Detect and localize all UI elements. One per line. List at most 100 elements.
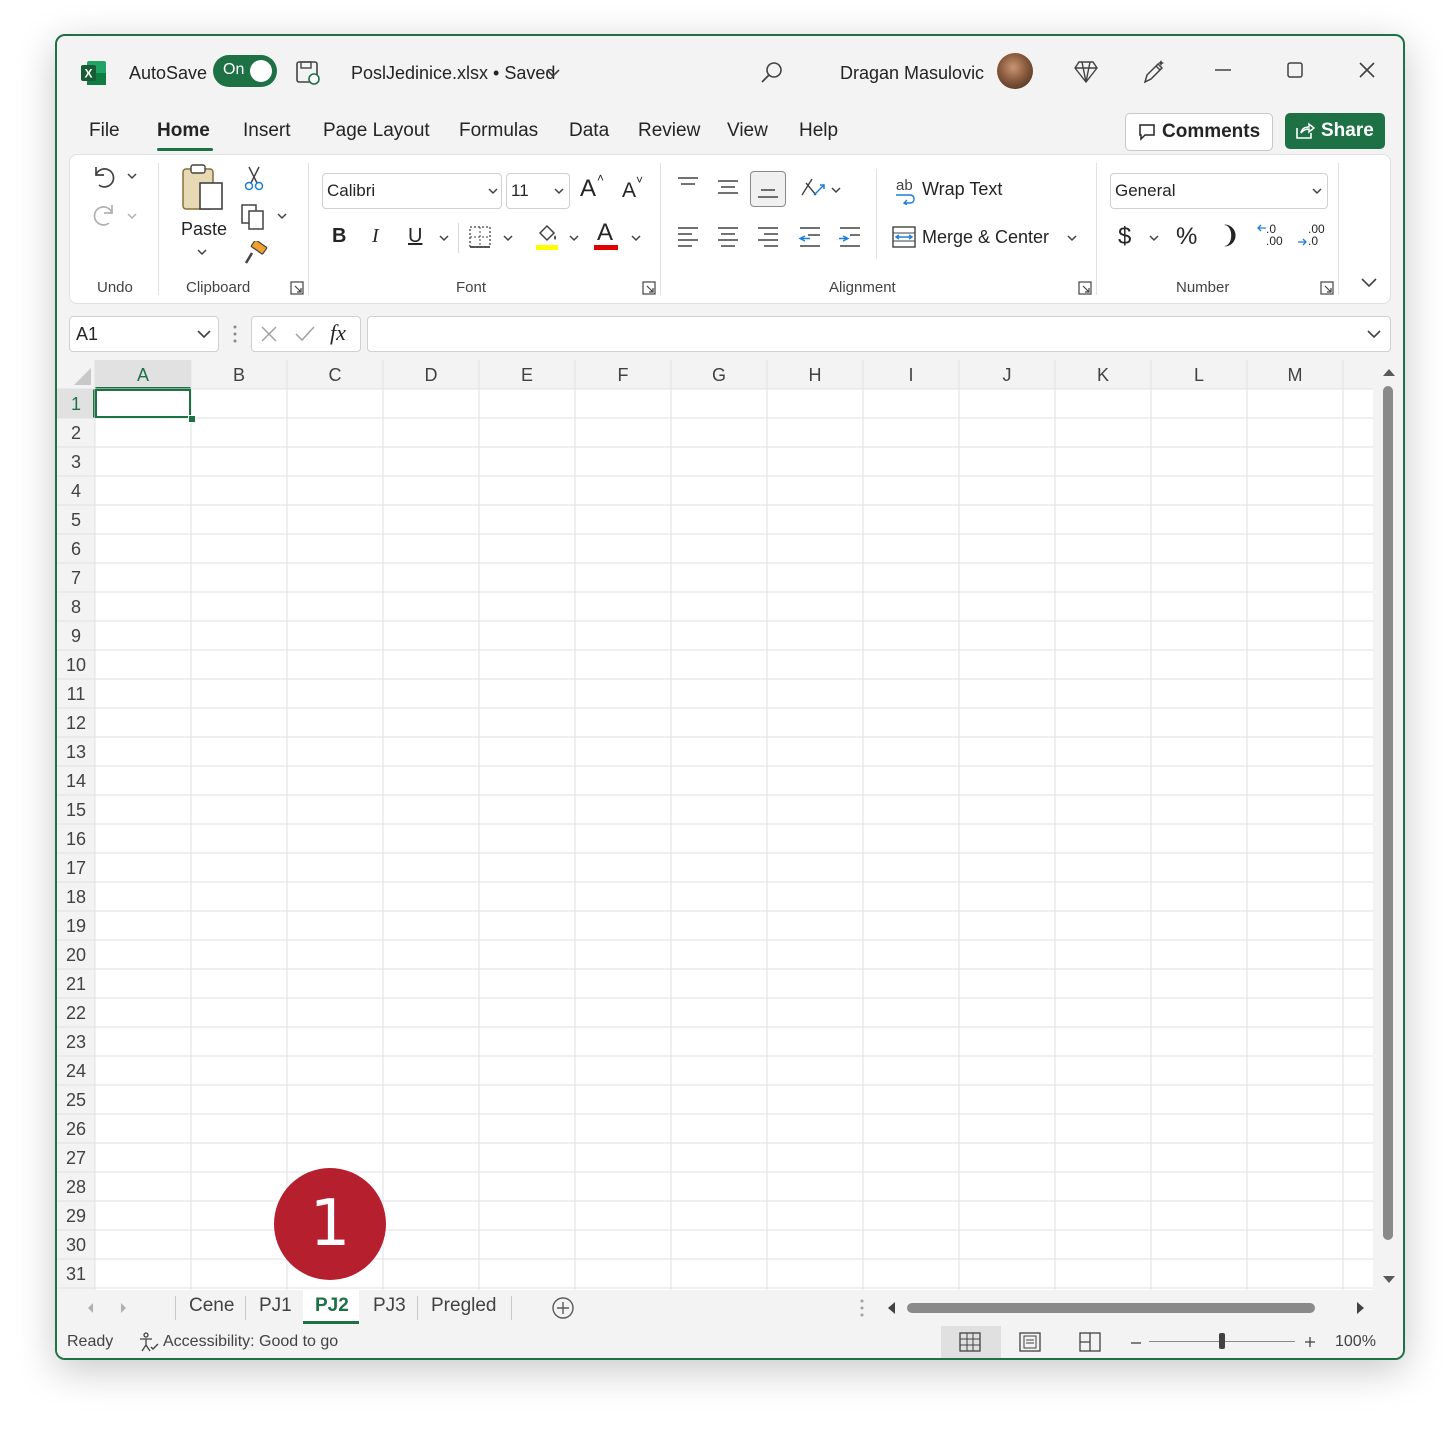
chevron-down-icon[interactable]: [545, 66, 561, 85]
align-top-icon[interactable]: [676, 175, 700, 197]
menu-help[interactable]: Help: [799, 120, 838, 142]
enter-icon[interactable]: [294, 325, 316, 343]
user-name[interactable]: Dragan Masulovic: [840, 63, 984, 84]
diamond-icon[interactable]: [1073, 60, 1099, 89]
tab-splitter-icon[interactable]: [859, 1298, 865, 1318]
accessibility-status[interactable]: Accessibility: Good to go: [163, 1333, 338, 1351]
menu-data[interactable]: Data: [569, 120, 609, 142]
orientation-icon[interactable]: [798, 175, 826, 201]
file-title[interactable]: PoslJedinice.xlsx • Saved: [351, 63, 555, 84]
row-header[interactable]: 25: [57, 1085, 95, 1114]
align-right-icon[interactable]: [756, 225, 780, 249]
merge-dropdown-icon[interactable]: [1066, 233, 1078, 243]
sheet-tab-pj3[interactable]: PJ3: [373, 1295, 406, 1317]
prev-sheet-icon[interactable]: [85, 1301, 95, 1315]
currency-dropdown-icon[interactable]: [1148, 233, 1160, 243]
row-header[interactable]: 23: [57, 1027, 95, 1056]
shrink-font-button[interactable]: A: [622, 179, 636, 203]
ribbon-expand-icon[interactable]: [1360, 275, 1378, 289]
autosave-toggle[interactable]: On: [213, 55, 277, 87]
vertical-scroll-thumb[interactable]: [1383, 386, 1393, 1240]
increase-indent-icon[interactable]: [838, 225, 862, 249]
format-painter-icon[interactable]: [242, 241, 268, 267]
sheet-tab-pj2[interactable]: PJ2: [315, 1295, 349, 1317]
increase-decimal-button[interactable]: .0.00: [1266, 223, 1283, 247]
font-name-select[interactable]: Calibri: [322, 173, 502, 209]
row-header[interactable]: 12: [57, 708, 95, 737]
row-header[interactable]: 22: [57, 998, 95, 1027]
row-header[interactable]: 2: [57, 418, 95, 447]
row-header[interactable]: 19: [57, 911, 95, 940]
column-header[interactable]: K: [1055, 360, 1151, 388]
menu-view[interactable]: View: [727, 120, 768, 142]
column-header[interactable]: A: [95, 360, 191, 388]
menu-formulas[interactable]: Formulas: [459, 120, 538, 142]
undo-icon[interactable]: [90, 163, 118, 191]
add-sheet-icon[interactable]: [551, 1296, 575, 1320]
row-header[interactable]: 8: [57, 592, 95, 621]
fill-color-icon[interactable]: [534, 221, 560, 251]
menu-page-layout[interactable]: Page Layout: [323, 120, 430, 142]
close-icon[interactable]: [1355, 58, 1379, 82]
row-header[interactable]: 29: [57, 1201, 95, 1230]
cancel-icon[interactable]: [260, 325, 278, 343]
row-header[interactable]: 15: [57, 795, 95, 824]
percent-button[interactable]: %: [1176, 223, 1197, 251]
column-header[interactable]: G: [671, 360, 767, 388]
italic-button[interactable]: I: [372, 225, 379, 248]
row-header[interactable]: 18: [57, 882, 95, 911]
font-color-button[interactable]: A: [597, 219, 613, 247]
sheet-tab-pj1[interactable]: PJ1: [259, 1295, 292, 1317]
font-color-dropdown-icon[interactable]: [630, 233, 642, 243]
next-sheet-icon[interactable]: [119, 1301, 129, 1315]
scroll-up-icon[interactable]: [1381, 366, 1397, 378]
redo-dropdown-icon[interactable]: [126, 211, 138, 221]
paste-label[interactable]: Paste: [181, 219, 227, 240]
name-box[interactable]: A1: [69, 316, 219, 352]
row-header[interactable]: 14: [57, 766, 95, 795]
merge-center-button[interactable]: Merge & Center: [922, 227, 1049, 248]
align-center-icon[interactable]: [716, 225, 740, 249]
fill-handle[interactable]: [188, 415, 196, 423]
currency-button[interactable]: $: [1118, 223, 1131, 251]
column-header[interactable]: I: [863, 360, 959, 388]
column-header[interactable]: H: [767, 360, 863, 388]
normal-view-icon[interactable]: [959, 1332, 981, 1352]
accessibility-icon[interactable]: [137, 1331, 159, 1353]
bold-button[interactable]: B: [332, 225, 346, 248]
maximize-icon[interactable]: [1283, 58, 1307, 82]
paste-dropdown-icon[interactable]: [196, 247, 208, 257]
number-launcher-icon[interactable]: [1320, 281, 1334, 295]
number-format-select[interactable]: General: [1110, 173, 1328, 209]
comma-style-button[interactable]: ❩: [1220, 221, 1240, 250]
column-header[interactable]: M: [1247, 360, 1343, 388]
column-header[interactable]: C: [287, 360, 383, 388]
zoom-out-icon[interactable]: [1129, 1336, 1143, 1350]
row-header[interactable]: 20: [57, 940, 95, 969]
spreadsheet-grid[interactable]: ABCDEFGHIJKLM 1 2 3 4 5 6 7 8 9 10 11 12 13 14 15 16 17 1…: [57, 360, 1373, 1290]
row-header[interactable]: 16: [57, 824, 95, 853]
search-icon[interactable]: [759, 60, 785, 91]
row-header[interactable]: 30: [57, 1230, 95, 1259]
row-header[interactable]: 21: [57, 969, 95, 998]
copy-icon[interactable]: [240, 203, 266, 231]
row-header[interactable]: 31: [57, 1259, 95, 1288]
orientation-dropdown-icon[interactable]: [830, 185, 842, 195]
underline-button[interactable]: U: [408, 225, 422, 248]
sheet-tab-pregled[interactable]: Pregled: [431, 1295, 497, 1317]
expand-formula-icon[interactable]: [1366, 328, 1382, 340]
clipboard-launcher-icon[interactable]: [290, 281, 304, 295]
insert-function-button[interactable]: fx: [330, 320, 346, 346]
avatar[interactable]: [997, 53, 1033, 89]
more-options-icon[interactable]: [232, 324, 238, 344]
borders-dropdown-icon[interactable]: [502, 233, 514, 243]
formula-input[interactable]: [367, 316, 1391, 352]
row-header[interactable]: 27: [57, 1143, 95, 1172]
column-header[interactable]: B: [191, 360, 287, 388]
alignment-launcher-icon[interactable]: [1078, 281, 1092, 295]
scroll-down-icon[interactable]: [1381, 1274, 1397, 1286]
selected-cell[interactable]: [95, 389, 191, 418]
zoom-slider-thumb[interactable]: [1219, 1333, 1225, 1349]
row-header[interactable]: 7: [57, 563, 95, 592]
cut-icon[interactable]: [242, 165, 266, 191]
